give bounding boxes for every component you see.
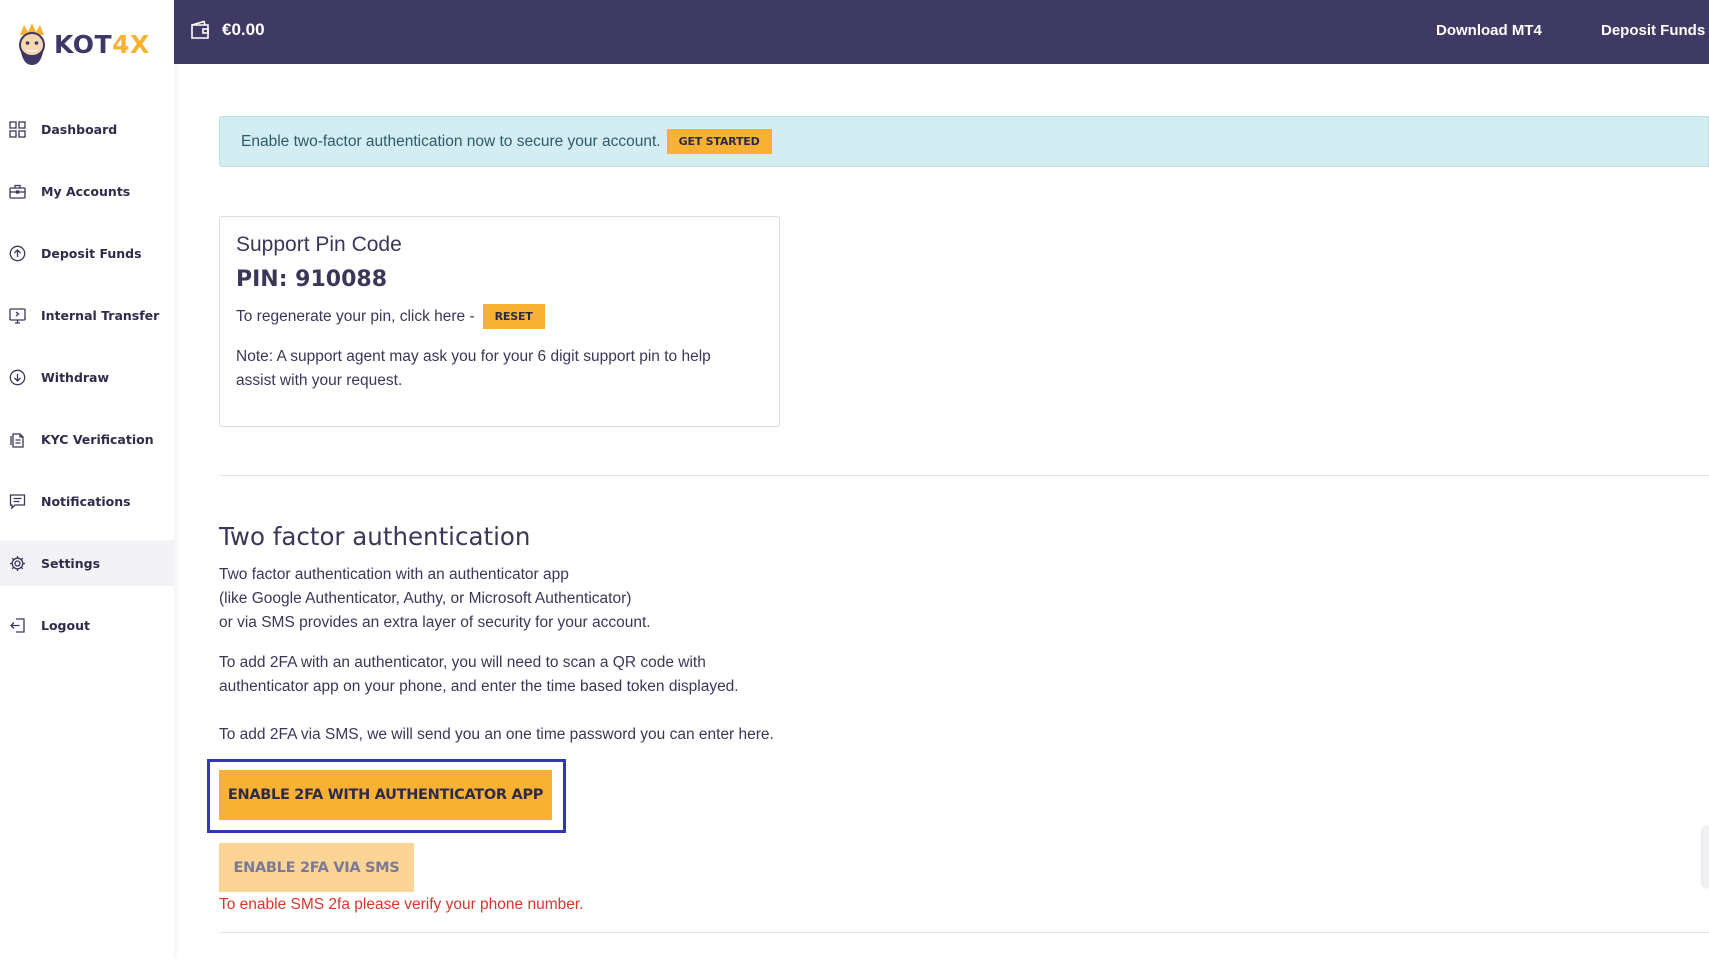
sidebar-item-withdraw[interactable]: Withdraw [0, 354, 174, 400]
top-deposit-funds-link[interactable]: Deposit Funds [1601, 22, 1705, 39]
sidebar-item-label: Logout [41, 617, 90, 633]
enable-2fa-sms-button[interactable]: ENABLE 2FA VIA SMS [219, 843, 414, 892]
pin-note: Note: A support agent may ask you for yo… [236, 345, 763, 393]
section-divider [219, 475, 1709, 476]
briefcase-icon [8, 182, 26, 200]
sidebar-item-label: Settings [41, 555, 101, 571]
sidebar-item-settings[interactable]: Settings [0, 540, 174, 586]
sidebar-item-label: Withdraw [41, 369, 110, 385]
sidebar-item-label: Internal Transfer [41, 307, 160, 323]
pin-note-line: assist with your request. [236, 372, 403, 389]
sidebar-item-label: KYC Verification [41, 431, 154, 447]
sidebar-item-label: My Accounts [41, 183, 131, 199]
sidebar: KOT4X Dashboard My Accounts Deposit Fund… [0, 0, 174, 959]
alert-text: Enable two-factor authentication now to … [241, 132, 661, 150]
sidebar-item-notifications[interactable]: Notifications [0, 478, 174, 524]
sms-warning-text: To enable SMS 2fa please verify your pho… [219, 896, 584, 913]
reset-pin-button[interactable]: RESET [482, 304, 545, 329]
balance-amount: €0.00 [222, 20, 265, 39]
sidebar-nav: Dashboard My Accounts Deposit Funds Inte… [0, 106, 174, 664]
king-mascot-icon [19, 23, 45, 65]
sidebar-item-deposit-funds[interactable]: Deposit Funds [0, 230, 174, 276]
pin-note-line: Note: A support agent may ask you for yo… [236, 348, 711, 365]
wallet-icon [191, 20, 209, 39]
logo-text: KOT4X [54, 29, 150, 59]
support-pin-card: Support Pin Code PIN: 910088 To regenera… [219, 216, 780, 427]
pin-card-title: Support Pin Code [236, 233, 402, 256]
sidebar-item-internal-transfer[interactable]: Internal Transfer [0, 292, 174, 338]
2fa-alert-banner: Enable two-factor authentication now to … [219, 116, 1709, 167]
intro-line: or via SMS provides an extra layer of se… [219, 614, 651, 631]
message-icon [8, 492, 26, 510]
2fa-sms-instructions: To add 2FA via SMS, we will send you an … [219, 726, 774, 743]
documents-icon [8, 430, 26, 448]
side-tab-handle[interactable] [1703, 826, 1709, 888]
sidebar-item-logout[interactable]: Logout [0, 602, 174, 648]
intro-line: Two factor authentication with an authen… [219, 566, 569, 583]
sidebar-item-label: Dashboard [41, 121, 118, 137]
transfer-icon [8, 306, 26, 324]
top-bar: €0.00 Download MT4 Deposit Funds [174, 0, 1709, 64]
section-divider [219, 932, 1709, 933]
intro-line: (like Google Authenticator, Authy, or Mi… [219, 590, 632, 607]
arrow-up-circle-icon [8, 244, 26, 262]
regenerate-text: To regenerate your pin, click here - [236, 307, 475, 325]
sidebar-item-label: Deposit Funds [41, 245, 142, 261]
arrow-down-circle-icon [8, 368, 26, 386]
2fa-app-instructions: To add 2FA with an authenticator, you wi… [219, 651, 739, 699]
2fa-intro-text: Two factor authentication with an authen… [219, 563, 651, 635]
app-instruction-line: To add 2FA with an authenticator, you wi… [219, 654, 706, 671]
pin-regenerate-row: To regenerate your pin, click here - RES… [236, 304, 763, 329]
get-started-button[interactable]: GET STARTED [666, 129, 772, 154]
grid-icon [8, 120, 26, 138]
sidebar-item-dashboard[interactable]: Dashboard [0, 106, 174, 152]
enable-2fa-app-button[interactable]: ENABLE 2FA WITH AUTHENTICATOR APP [219, 770, 552, 820]
gear-icon [8, 554, 26, 572]
download-mt4-link[interactable]: Download MT4 [1436, 22, 1542, 39]
app-instruction-line: authenticator app on your phone, and ent… [219, 678, 739, 695]
logout-icon [8, 616, 26, 634]
sidebar-item-kyc-verification[interactable]: KYC Verification [0, 416, 174, 462]
sidebar-item-label: Notifications [41, 493, 131, 509]
2fa-section-title: Two factor authentication [219, 522, 531, 551]
sidebar-item-my-accounts[interactable]: My Accounts [0, 168, 174, 214]
brand-logo[interactable]: KOT4X [14, 20, 150, 68]
pin-value: PIN: 910088 [236, 267, 388, 292]
wallet-balance[interactable]: €0.00 [190, 20, 265, 40]
